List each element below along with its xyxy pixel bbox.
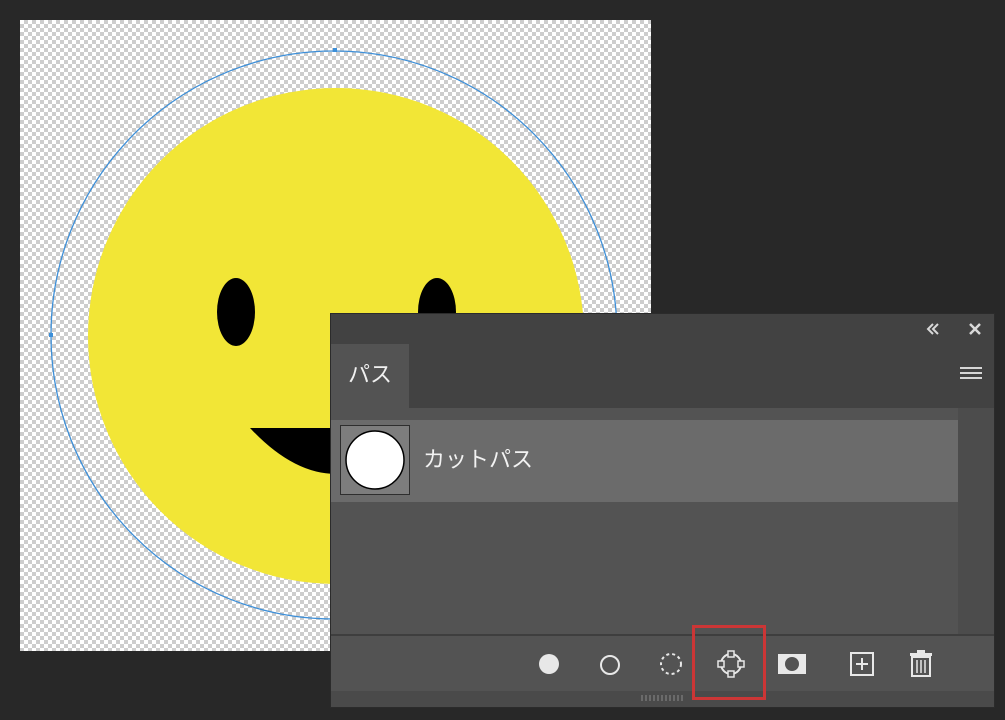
smiley-left-eye [217,278,255,346]
panel-titlebar[interactable] [331,314,994,344]
create-new-path-icon[interactable] [842,644,882,684]
path-anchor-point [333,48,337,52]
panel-toolbar [331,634,994,691]
make-work-path-from-selection-icon[interactable] [711,644,751,684]
fill-path-icon[interactable] [529,644,569,684]
path-list-item[interactable]: カットパス [331,420,958,502]
circle-path-thumbnail [340,425,410,495]
delete-path-icon[interactable] [901,644,941,684]
scrollbar[interactable] [958,408,994,634]
paths-panel: パス カットパス [330,313,995,708]
paths-list: カットパス [331,408,958,634]
path-name-label: カットパス [423,448,534,473]
stroke-path-icon[interactable] [590,644,630,684]
path-anchor-point [49,333,53,337]
panel-resize-strip[interactable] [331,691,994,707]
add-mask-icon[interactable] [772,644,812,684]
load-path-as-selection-icon[interactable] [651,644,691,684]
panel-menu-icon[interactable] [960,367,982,383]
resize-grip[interactable] [641,695,685,701]
tab-paths[interactable]: パス [331,344,409,408]
collapse-double-arrow-icon[interactable] [925,321,941,337]
close-icon[interactable] [967,321,983,337]
panel-tab-row: パス [331,344,994,408]
